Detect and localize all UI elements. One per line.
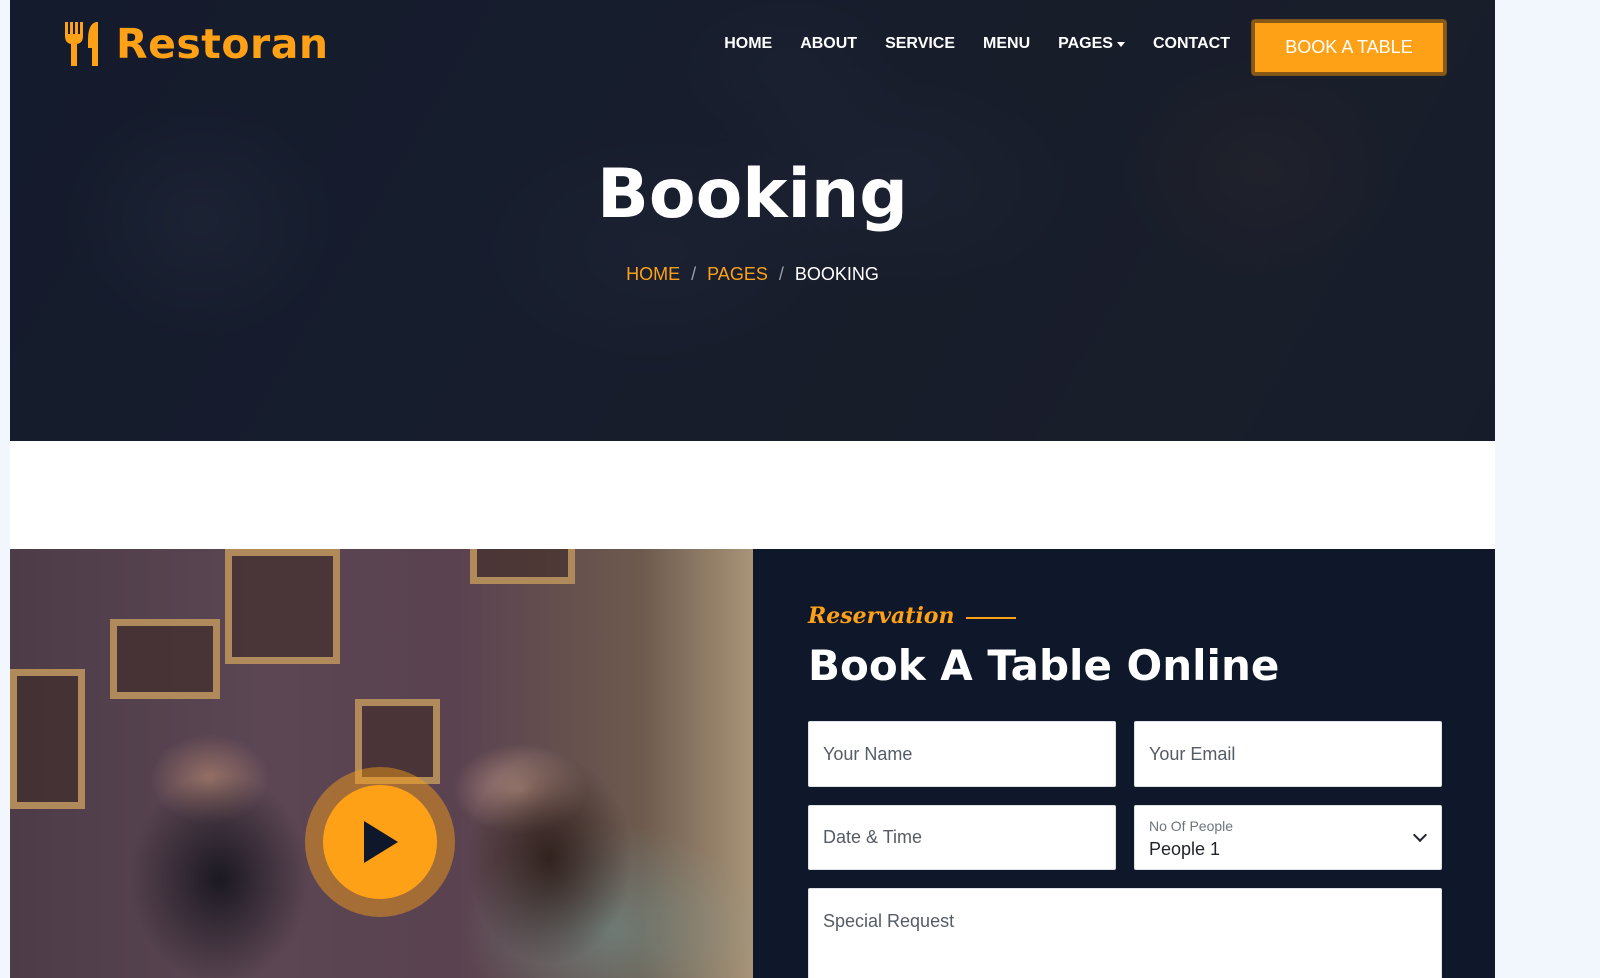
people-select-label: No Of People <box>1149 818 1234 834</box>
datetime-field-wrapper <box>808 805 1116 870</box>
decor-shelf <box>110 619 220 699</box>
video-play-button[interactable] <box>305 767 455 917</box>
brand-logo[interactable]: Restoran <box>62 20 329 68</box>
special-request-textarea[interactable] <box>809 889 1441 978</box>
video-panel <box>10 549 753 978</box>
nav-service[interactable]: SERVICE <box>885 35 955 53</box>
breadcrumb: HOME / PAGES / BOOKING <box>10 264 1495 285</box>
nav-home[interactable]: HOME <box>724 35 772 53</box>
nav-about[interactable]: ABOUT <box>800 35 857 53</box>
nav-pages-dropdown[interactable]: PAGES <box>1058 35 1125 53</box>
breadcrumb-pages[interactable]: PAGES <box>707 264 768 285</box>
nav-contact[interactable]: CONTACT <box>1153 35 1230 53</box>
tag-divider <box>966 617 1017 619</box>
brand-name: Restoran <box>116 20 329 68</box>
hero-banner: Restoran HOME ABOUT SERVICE MENU PAGES C… <box>10 0 1495 441</box>
decor-shelf <box>225 549 340 664</box>
caret-down-icon <box>1116 42 1125 47</box>
form-title: Book A Table Online <box>808 641 1280 690</box>
section-tag-label: Reservation <box>808 603 955 629</box>
request-field-wrapper <box>808 888 1442 978</box>
name-input[interactable] <box>809 722 1115 786</box>
section-tag: Reservation <box>808 603 1017 629</box>
nav-pages-label: PAGES <box>1058 35 1113 52</box>
datetime-input[interactable] <box>809 806 1115 869</box>
people-select-value: People 1 <box>1149 839 1221 859</box>
breadcrumb-separator: / <box>778 264 784 284</box>
breadcrumb-current: BOOKING <box>794 264 879 284</box>
breadcrumb-separator: / <box>691 264 697 284</box>
email-input[interactable] <box>1135 722 1441 786</box>
main-nav: HOME ABOUT SERVICE MENU PAGES CONTACT <box>696 35 1230 53</box>
breadcrumb-home[interactable]: HOME <box>626 264 680 285</box>
utensils-icon <box>65 22 98 66</box>
book-a-table-button[interactable]: BOOK A TABLE <box>1252 20 1446 75</box>
page: Restoran HOME ABOUT SERVICE MENU PAGES C… <box>10 0 1495 978</box>
email-field-wrapper <box>1134 721 1442 787</box>
decor-shelf <box>470 549 575 584</box>
chevron-down-icon <box>1412 827 1428 843</box>
decor-shelf <box>10 669 85 809</box>
people-select[interactable]: No Of People People 1 <box>1134 805 1442 870</box>
name-field-wrapper <box>808 721 1116 787</box>
play-icon <box>364 821 398 863</box>
page-title: Booking <box>597 155 908 234</box>
nav-menu[interactable]: MENU <box>983 35 1030 53</box>
reservation-form: Reservation Book A Table Online No Of Pe… <box>753 549 1495 978</box>
